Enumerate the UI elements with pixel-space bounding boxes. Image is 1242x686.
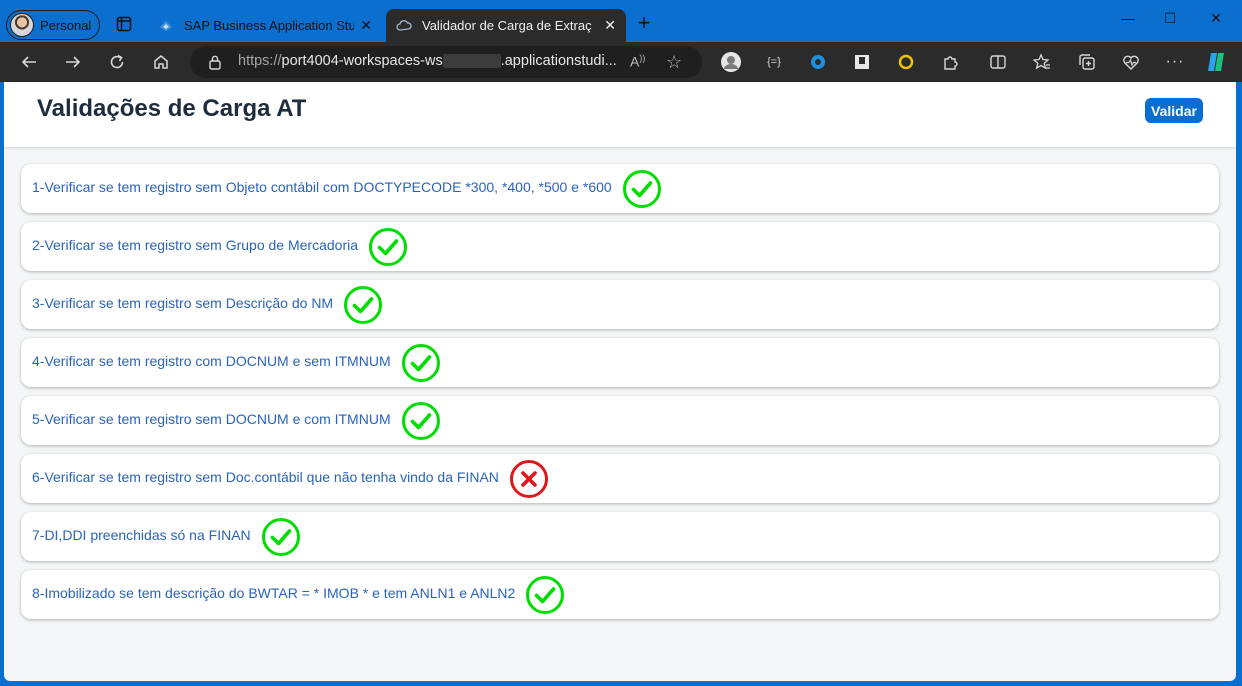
page-content: Validações de Carga AT Validar 1-Verific… (4, 82, 1236, 681)
profile-button[interactable]: Personal (6, 10, 100, 40)
sap-studio-favicon-icon (160, 20, 172, 31)
browser-title-bar: Personal SAP Business Application Studio… (0, 0, 1242, 42)
check-circle-icon (261, 517, 300, 556)
collections-icon[interactable] (1075, 50, 1099, 74)
favorite-star-icon[interactable]: ☆ (666, 52, 682, 73)
app-header: Validações de Carga AT Validar (4, 82, 1236, 148)
home-icon[interactable] (149, 50, 173, 74)
profile-avatar-icon[interactable] (719, 50, 743, 74)
validation-list-item: 3-Verificar se tem registro sem Descriçã… (21, 280, 1219, 329)
tab-sap-business-application-studio[interactable]: SAP Business Application Studio ✕ (148, 9, 382, 42)
validation-link[interactable]: 6-Verificar se tem registro sem Doc.cont… (32, 469, 499, 485)
validate-button[interactable]: Validar (1145, 98, 1203, 123)
maximize-icon[interactable]: ☐ (1150, 8, 1190, 28)
browser-essentials-icon[interactable] (1119, 50, 1143, 74)
validation-link[interactable]: 5-Verificar se tem registro sem DOCNUM e… (32, 411, 391, 427)
validation-list-item: 4-Verificar se tem registro com DOCNUM e… (21, 338, 1219, 387)
check-circle-icon (622, 169, 661, 208)
page-title: Validações de Carga AT (37, 95, 307, 122)
tab-close-icon[interactable]: ✕ (604, 17, 616, 34)
forward-icon[interactable] (61, 50, 85, 74)
validation-link[interactable]: 4-Verificar se tem registro com DOCNUM e… (32, 353, 391, 369)
check-circle-icon (344, 285, 383, 324)
check-circle-icon (369, 227, 408, 266)
validation-link[interactable]: 1-Verificar se tem registro sem Objeto c… (32, 179, 612, 195)
validation-list-item: 7-DI,DDI preenchidas só na FINAN (21, 512, 1219, 561)
tab-close-icon[interactable]: ✕ (360, 17, 372, 34)
check-circle-icon (401, 343, 440, 382)
extensions-puzzle-icon[interactable] (938, 50, 962, 74)
validation-list: 1-Verificar se tem registro sem Objeto c… (21, 164, 1219, 628)
close-window-icon[interactable]: ✕ (1196, 8, 1236, 28)
refresh-icon[interactable] (105, 50, 129, 74)
x-circle-icon (509, 459, 548, 498)
validation-link[interactable]: 8-Imobilizado se tem descrição do BWTAR … (32, 585, 515, 601)
check-circle-icon (526, 575, 565, 614)
lock-icon (209, 55, 221, 70)
validation-list-item: 6-Verificar se tem registro sem Doc.cont… (21, 454, 1219, 503)
extension-save-icon[interactable] (850, 50, 874, 74)
check-circle-icon (401, 401, 440, 440)
validation-list-item: 1-Verificar se tem registro sem Objeto c… (21, 164, 1219, 213)
profile-label: Personal (40, 17, 92, 33)
validation-link[interactable]: 7-DI,DDI preenchidas só na FINAN (32, 527, 251, 543)
validation-link[interactable]: 2-Verificar se tem registro sem Grupo de… (32, 237, 358, 253)
tab-actions-icon[interactable] (112, 12, 136, 36)
browser-toolbar: https://port4004-workspaces-ws .applicati… (0, 42, 1242, 82)
cloud-favicon-icon (396, 19, 412, 31)
tab-title: SAP Business Application Studio (184, 18, 354, 33)
extension-yellow-icon[interactable] (894, 50, 918, 74)
address-bar[interactable]: https://port4004-workspaces-ws .applicati… (190, 46, 702, 78)
validation-list-item: 8-Imobilizado se tem descrição do BWTAR … (21, 570, 1219, 619)
url-text: https://port4004-workspaces-ws .applicati… (238, 53, 617, 69)
new-tab-icon[interactable]: + (632, 12, 656, 36)
minimize-icon[interactable]: — (1108, 8, 1148, 28)
profile-avatar (10, 13, 34, 37)
validation-link[interactable]: 3-Verificar se tem registro sem Descriçã… (32, 295, 333, 311)
back-icon[interactable] (17, 50, 41, 74)
extension-blue-icon[interactable] (806, 50, 830, 74)
tab-validador[interactable]: Validador de Carga de Extração d ✕ (386, 9, 626, 42)
validation-list-item: 5-Verificar se tem registro sem DOCNUM e… (21, 396, 1219, 445)
extension-braces-icon[interactable]: {=} (762, 50, 786, 74)
read-aloud-icon[interactable]: A)) (630, 53, 645, 70)
copilot-icon[interactable] (1204, 50, 1228, 74)
split-screen-icon[interactable] (986, 50, 1010, 74)
tab-title: Validador de Carga de Extração d (422, 18, 592, 33)
more-options-icon[interactable]: ··· (1163, 50, 1187, 74)
favorites-icon[interactable] (1030, 50, 1054, 74)
validation-list-item: 2-Verificar se tem registro sem Grupo de… (21, 222, 1219, 271)
redacted-block (442, 54, 501, 69)
